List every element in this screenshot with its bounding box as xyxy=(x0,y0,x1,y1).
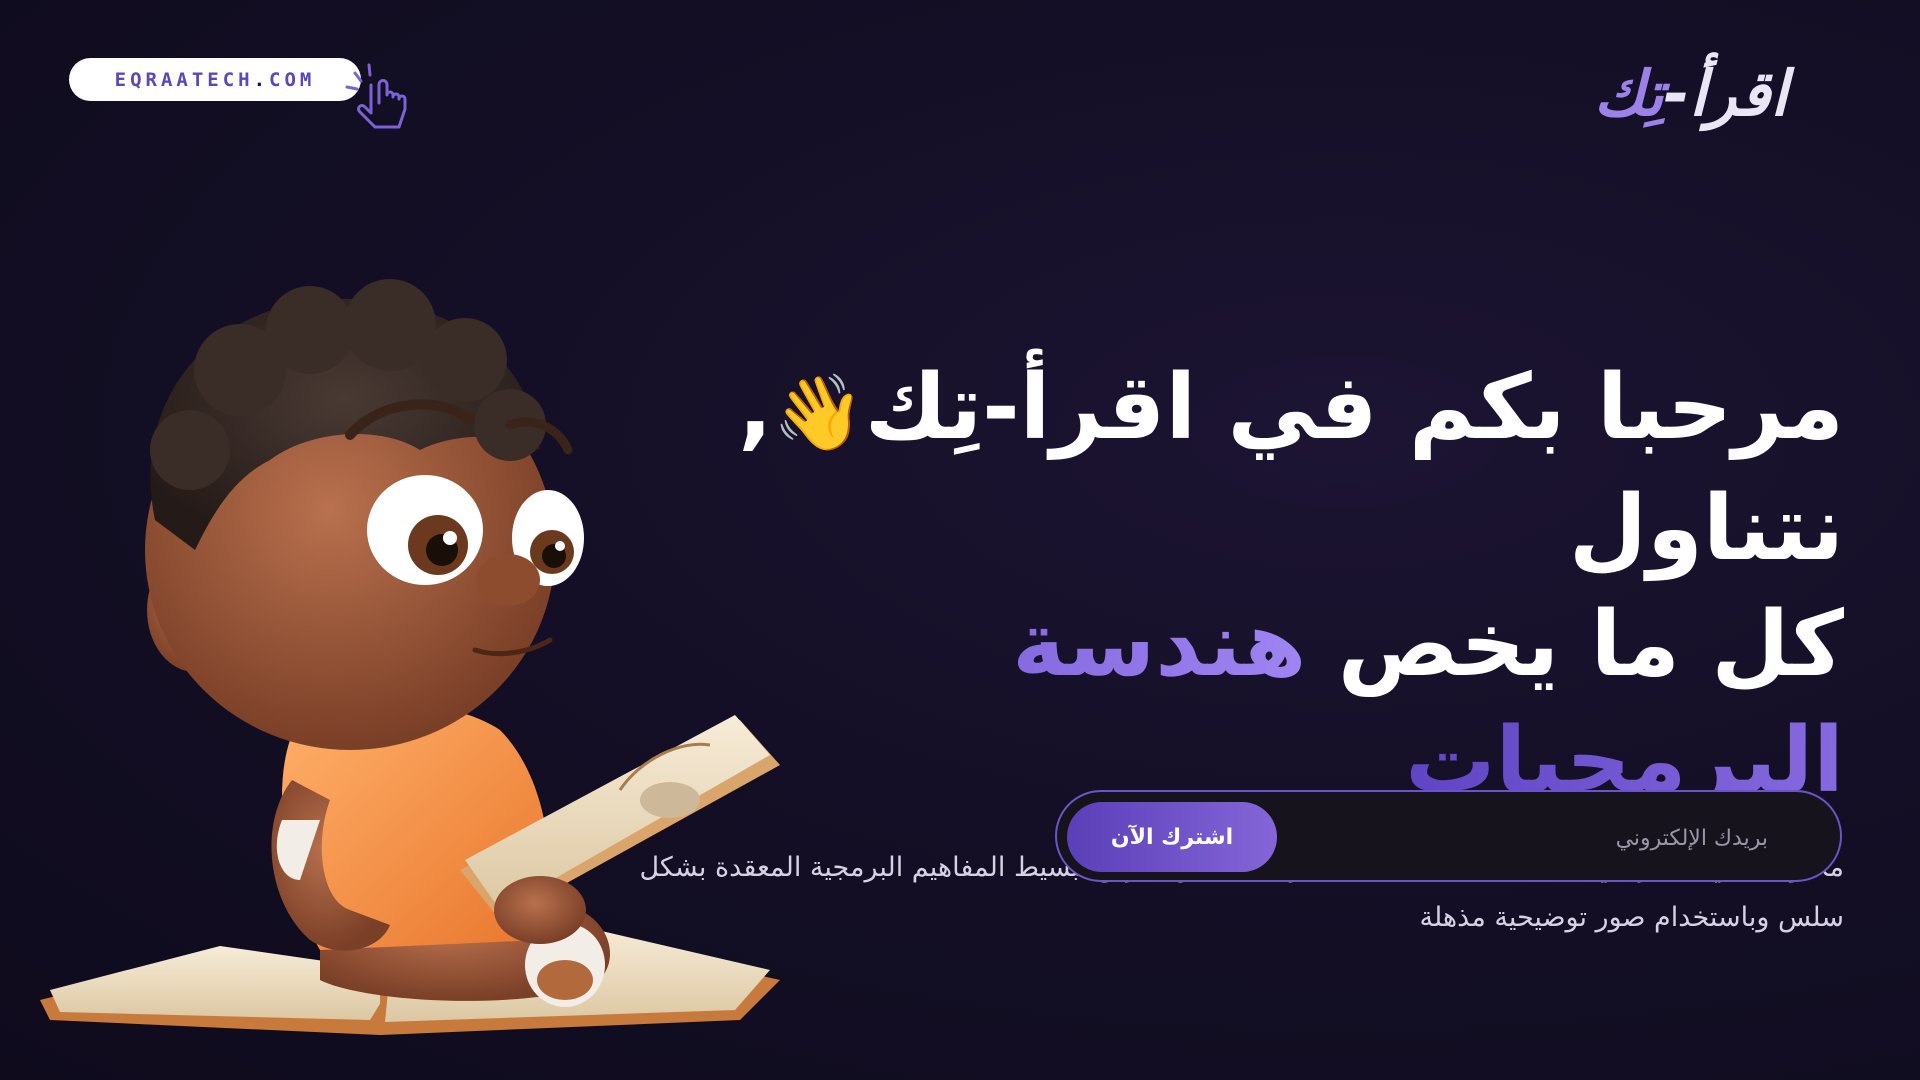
headline-everything-about: كل ما يخص xyxy=(1337,592,1845,697)
logo-text-accent: تِك xyxy=(1594,57,1664,130)
site-url-dot: . xyxy=(253,68,270,91)
subscribe-button[interactable]: اشترك الآن xyxy=(1067,802,1277,872)
pointer-hand-click-icon xyxy=(345,63,407,129)
subscribe-form: اشترك الآن xyxy=(1055,790,1842,882)
site-url-badge[interactable]: EQRAATECH. COM xyxy=(69,58,361,101)
email-input[interactable] xyxy=(1316,816,1770,860)
site-url-name: EQRAATECH xyxy=(114,68,254,91)
headline-welcome: مرحبا بكم في اقرأ-تِك xyxy=(864,355,1845,460)
child-reading-book-illustration xyxy=(40,279,780,1035)
site-url-tld: COM xyxy=(269,68,316,91)
brand-logo[interactable]: اقرأ- تِك xyxy=(1594,52,1864,136)
logo-text-main: اقرأ- xyxy=(1663,57,1788,130)
